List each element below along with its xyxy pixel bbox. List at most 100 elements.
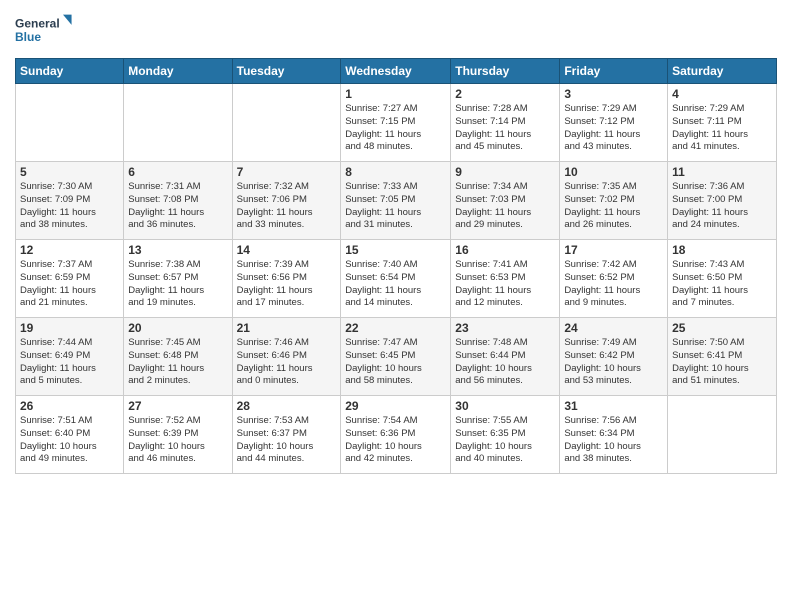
day-number: 22	[345, 321, 446, 335]
week-row-4: 19 Sunrise: 7:44 AM Sunset: 6:49 PM Dayli…	[16, 318, 777, 396]
day-number: 1	[345, 87, 446, 101]
day-info: Sunrise: 7:39 AM Sunset: 6:56 PM Dayligh…	[237, 259, 337, 310]
day-number: 21	[237, 321, 337, 335]
day-number: 14	[237, 243, 337, 257]
day-number: 10	[564, 165, 663, 179]
day-info: Sunrise: 7:35 AM Sunset: 7:02 PM Dayligh…	[564, 181, 663, 232]
svg-text:Blue: Blue	[15, 30, 41, 44]
day-number: 8	[345, 165, 446, 179]
day-info: Sunrise: 7:34 AM Sunset: 7:03 PM Dayligh…	[455, 181, 555, 232]
header-friday: Friday	[560, 59, 668, 84]
calendar-cell-w1-d7: 4Sunrise: 7:29 AM Sunset: 7:11 PM Daylig…	[668, 84, 777, 162]
calendar-cell-w4-d5: 23 Sunrise: 7:48 AM Sunset: 6:44 PM Dayli…	[451, 318, 560, 396]
page: General Blue SundayMondayTuesdayWednesda…	[0, 0, 792, 612]
header-tuesday: Tuesday	[232, 59, 341, 84]
day-number: 5	[20, 165, 119, 179]
calendar-cell-w4-d6: 24Sunrise: 7:49 AM Sunset: 6:42 PM Dayli…	[560, 318, 668, 396]
day-info: Sunrise: 7:51 AM Sunset: 6:40 PM Dayligh…	[20, 415, 119, 466]
calendar-cell-w2-d1: 5Sunrise: 7:30 AM Sunset: 7:09 PM Daylig…	[16, 162, 124, 240]
day-number: 7	[237, 165, 337, 179]
day-info: Sunrise: 7:46 AM Sunset: 6:46 PM Dayligh…	[237, 337, 337, 388]
calendar-cell-w5-d2: 27 Sunrise: 7:52 AM Sunset: 6:39 PM Dayli…	[124, 396, 232, 474]
day-number: 15	[345, 243, 446, 257]
header-sunday: Sunday	[16, 59, 124, 84]
calendar-cell-w2-d4: 8 Sunrise: 7:33 AM Sunset: 7:05 PM Daylig…	[341, 162, 451, 240]
calendar-cell-w5-d4: 29 Sunrise: 7:54 AM Sunset: 6:36 PM Dayli…	[341, 396, 451, 474]
calendar-cell-w1-d4: 1Sunrise: 7:27 AM Sunset: 7:15 PM Daylig…	[341, 84, 451, 162]
day-info: Sunrise: 7:48 AM Sunset: 6:44 PM Dayligh…	[455, 337, 555, 388]
calendar-cell-w1-d1	[16, 84, 124, 162]
day-number: 6	[128, 165, 227, 179]
day-number: 31	[564, 399, 663, 413]
calendar-table: SundayMondayTuesdayWednesdayThursdayFrid…	[15, 58, 777, 474]
day-info: Sunrise: 7:52 AM Sunset: 6:39 PM Dayligh…	[128, 415, 227, 466]
day-info: Sunrise: 7:33 AM Sunset: 7:05 PM Dayligh…	[345, 181, 446, 232]
day-number: 20	[128, 321, 227, 335]
calendar-cell-w4-d4: 22Sunrise: 7:47 AM Sunset: 6:45 PM Dayli…	[341, 318, 451, 396]
day-info: Sunrise: 7:55 AM Sunset: 6:35 PM Dayligh…	[455, 415, 555, 466]
day-number: 26	[20, 399, 119, 413]
calendar-cell-w2-d6: 10 Sunrise: 7:35 AM Sunset: 7:02 PM Dayli…	[560, 162, 668, 240]
day-info: Sunrise: 7:42 AM Sunset: 6:52 PM Dayligh…	[564, 259, 663, 310]
calendar-cell-w1-d6: 3 Sunrise: 7:29 AM Sunset: 7:12 PM Daylig…	[560, 84, 668, 162]
day-info: Sunrise: 7:44 AM Sunset: 6:49 PM Dayligh…	[20, 337, 119, 388]
day-number: 3	[564, 87, 663, 101]
day-info: Sunrise: 7:41 AM Sunset: 6:53 PM Dayligh…	[455, 259, 555, 310]
day-info: Sunrise: 7:29 AM Sunset: 7:12 PM Dayligh…	[564, 103, 663, 154]
day-number: 12	[20, 243, 119, 257]
calendar-cell-w3-d4: 15 Sunrise: 7:40 AM Sunset: 6:54 PM Dayli…	[341, 240, 451, 318]
day-info: Sunrise: 7:56 AM Sunset: 6:34 PM Dayligh…	[564, 415, 663, 466]
calendar-cell-w5-d5: 30 Sunrise: 7:55 AM Sunset: 6:35 PM Dayli…	[451, 396, 560, 474]
calendar-cell-w2-d3: 7 Sunrise: 7:32 AM Sunset: 7:06 PM Daylig…	[232, 162, 341, 240]
calendar-cell-w3-d3: 14 Sunrise: 7:39 AM Sunset: 6:56 PM Dayli…	[232, 240, 341, 318]
day-info: Sunrise: 7:31 AM Sunset: 7:08 PM Dayligh…	[128, 181, 227, 232]
day-info: Sunrise: 7:43 AM Sunset: 6:50 PM Dayligh…	[672, 259, 772, 310]
week-row-1: 1Sunrise: 7:27 AM Sunset: 7:15 PM Daylig…	[16, 84, 777, 162]
logo: General Blue	[15, 10, 75, 50]
day-info: Sunrise: 7:40 AM Sunset: 6:54 PM Dayligh…	[345, 259, 446, 310]
day-info: Sunrise: 7:32 AM Sunset: 7:06 PM Dayligh…	[237, 181, 337, 232]
calendar-cell-w1-d5: 2Sunrise: 7:28 AM Sunset: 7:14 PM Daylig…	[451, 84, 560, 162]
day-number: 13	[128, 243, 227, 257]
day-number: 9	[455, 165, 555, 179]
day-number: 11	[672, 165, 772, 179]
header-saturday: Saturday	[668, 59, 777, 84]
day-info: Sunrise: 7:38 AM Sunset: 6:57 PM Dayligh…	[128, 259, 227, 310]
day-number: 27	[128, 399, 227, 413]
calendar-cell-w4-d1: 19 Sunrise: 7:44 AM Sunset: 6:49 PM Dayli…	[16, 318, 124, 396]
calendar-cell-w2-d5: 9 Sunrise: 7:34 AM Sunset: 7:03 PM Daylig…	[451, 162, 560, 240]
calendar-cell-w1-d3	[232, 84, 341, 162]
calendar-cell-w2-d2: 6 Sunrise: 7:31 AM Sunset: 7:08 PM Daylig…	[124, 162, 232, 240]
day-info: Sunrise: 7:53 AM Sunset: 6:37 PM Dayligh…	[237, 415, 337, 466]
day-number: 17	[564, 243, 663, 257]
day-info: Sunrise: 7:37 AM Sunset: 6:59 PM Dayligh…	[20, 259, 119, 310]
calendar-cell-w5-d7	[668, 396, 777, 474]
svg-text:General: General	[15, 16, 60, 30]
calendar-cell-w3-d2: 13 Sunrise: 7:38 AM Sunset: 6:57 PM Dayli…	[124, 240, 232, 318]
day-info: Sunrise: 7:28 AM Sunset: 7:14 PM Dayligh…	[455, 103, 555, 154]
calendar-cell-w1-d2	[124, 84, 232, 162]
day-info: Sunrise: 7:36 AM Sunset: 7:00 PM Dayligh…	[672, 181, 772, 232]
logo-svg: General Blue	[15, 10, 75, 50]
day-info: Sunrise: 7:29 AM Sunset: 7:11 PM Dayligh…	[672, 103, 772, 154]
header-monday: Monday	[124, 59, 232, 84]
calendar-cell-w3-d5: 16 Sunrise: 7:41 AM Sunset: 6:53 PM Dayli…	[451, 240, 560, 318]
header-wednesday: Wednesday	[341, 59, 451, 84]
day-info: Sunrise: 7:54 AM Sunset: 6:36 PM Dayligh…	[345, 415, 446, 466]
calendar-cell-w3-d7: 18 Sunrise: 7:43 AM Sunset: 6:50 PM Dayli…	[668, 240, 777, 318]
calendar-cell-w4-d7: 25Sunrise: 7:50 AM Sunset: 6:41 PM Dayli…	[668, 318, 777, 396]
calendar-cell-w5-d1: 26 Sunrise: 7:51 AM Sunset: 6:40 PM Dayli…	[16, 396, 124, 474]
day-info: Sunrise: 7:50 AM Sunset: 6:41 PM Dayligh…	[672, 337, 772, 388]
day-number: 30	[455, 399, 555, 413]
calendar-cell-w5-d6: 31 Sunrise: 7:56 AM Sunset: 6:34 PM Dayli…	[560, 396, 668, 474]
day-number: 29	[345, 399, 446, 413]
week-row-5: 26 Sunrise: 7:51 AM Sunset: 6:40 PM Dayli…	[16, 396, 777, 474]
day-number: 16	[455, 243, 555, 257]
day-number: 23	[455, 321, 555, 335]
day-info: Sunrise: 7:45 AM Sunset: 6:48 PM Dayligh…	[128, 337, 227, 388]
day-number: 19	[20, 321, 119, 335]
day-number: 24	[564, 321, 663, 335]
calendar-cell-w5-d3: 28Sunrise: 7:53 AM Sunset: 6:37 PM Dayli…	[232, 396, 341, 474]
day-number: 18	[672, 243, 772, 257]
calendar-header-row: SundayMondayTuesdayWednesdayThursdayFrid…	[16, 59, 777, 84]
